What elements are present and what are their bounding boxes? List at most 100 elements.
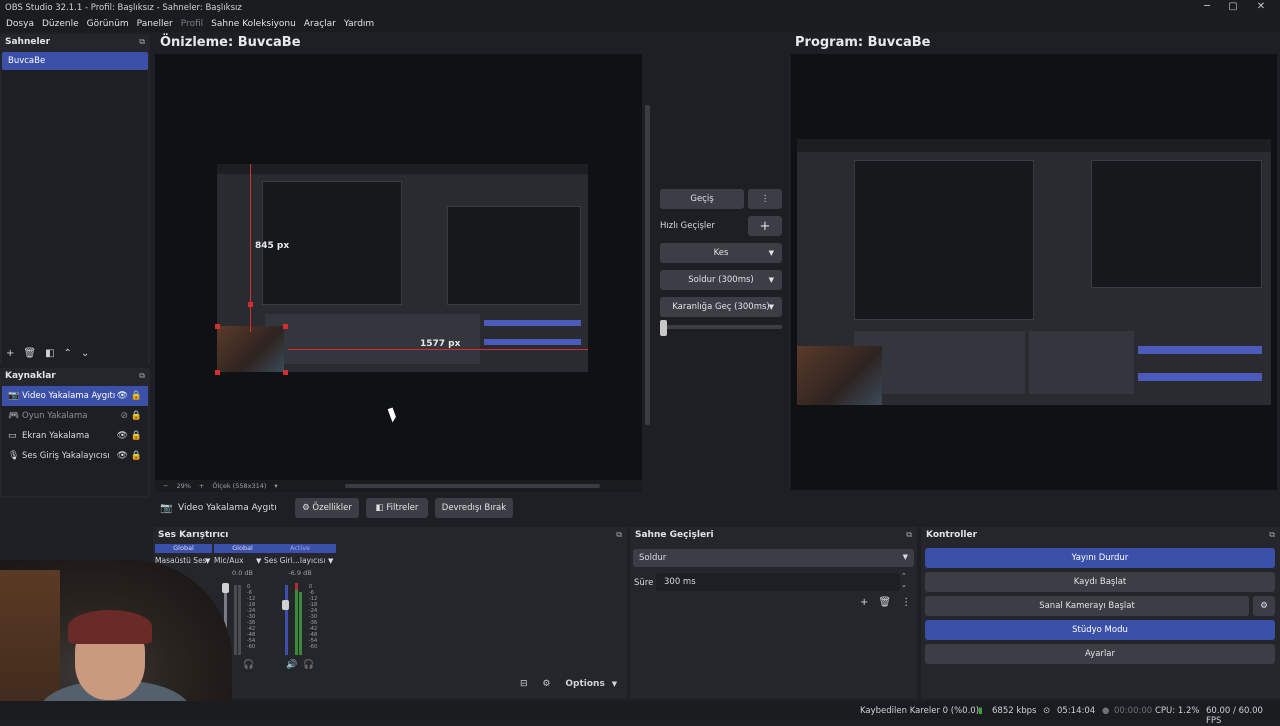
- menu-yardim[interactable]: Yardım: [344, 19, 374, 29]
- stop-stream-button[interactable]: Yayını Durdur: [925, 548, 1275, 568]
- menu-gorunum[interactable]: Görünüm: [87, 19, 129, 29]
- more-icon[interactable]: ⋮: [901, 597, 911, 608]
- properties-button[interactable]: ⚙ Özellikler: [295, 498, 359, 518]
- transition-button[interactable]: Geçiş: [660, 189, 744, 209]
- monitor-icon: ▭: [8, 431, 17, 441]
- virtual-camera-button[interactable]: Sanal Kamerayı Başlat: [925, 596, 1249, 616]
- zoom-out-icon[interactable]: −: [163, 482, 168, 490]
- chevron-up-icon[interactable]: ⌃: [901, 572, 907, 581]
- channel-name[interactable]: Mic/Aux: [214, 556, 271, 565]
- transition-select[interactable]: Soldur ▼: [633, 549, 914, 567]
- source-list: 📷 Video Yakalama Aygıtı 👁 🔒 🎮 Oyun Yakal…: [2, 386, 148, 496]
- scene-item[interactable]: BuvcaBe: [2, 52, 148, 70]
- source-item[interactable]: 📷 Video Yakalama Aygıtı 👁 🔒: [2, 386, 148, 406]
- quick-transition-fade-black[interactable]: Karanlığa Geç (300ms) ▼: [660, 297, 782, 317]
- resize-handle[interactable]: [248, 302, 253, 307]
- source-item[interactable]: ▭ Ekran Yakalama 👁 🔒: [2, 426, 148, 446]
- lock-icon[interactable]: 🔒: [131, 451, 142, 461]
- trash-icon[interactable]: 🗑: [23, 348, 36, 359]
- gear-icon[interactable]: ⚙: [1253, 596, 1275, 616]
- zoom-in-icon[interactable]: +: [199, 482, 204, 490]
- chevron-down-icon[interactable]: ▾: [274, 482, 277, 490]
- preview-hscrollbar[interactable]: [345, 484, 600, 488]
- float-icon[interactable]: ⧉: [1269, 530, 1275, 540]
- preview-scrollbar[interactable]: [645, 105, 650, 425]
- speaker-icon[interactable]: 🔊: [286, 660, 297, 670]
- resize-handle[interactable]: [215, 370, 220, 375]
- zoom-level: 29%: [176, 482, 191, 490]
- chevron-down-icon: ▼: [768, 249, 774, 257]
- volume-fader[interactable]: [285, 585, 288, 655]
- duration-spinner[interactable]: ⌃ ⌄: [901, 572, 907, 590]
- menu-sahne-koleksiyonu[interactable]: Sahne Koleksiyonu: [211, 19, 296, 29]
- add-icon[interactable]: +: [860, 597, 868, 608]
- duration-input[interactable]: 300 ms: [656, 573, 900, 591]
- chevron-down-icon[interactable]: ▼: [328, 557, 333, 565]
- lock-icon[interactable]: 🔒: [131, 411, 142, 421]
- source-label: Video Yakalama Aygıtı: [22, 391, 116, 401]
- chevron-down-icon[interactable]: ⌄: [901, 581, 907, 590]
- trash-icon[interactable]: 🗑: [878, 597, 891, 608]
- tbar-slider[interactable]: [660, 325, 782, 329]
- close-icon[interactable]: ✕: [1254, 1, 1268, 12]
- layout-icon[interactable]: ⊟: [520, 679, 528, 689]
- eye-icon[interactable]: 👁: [117, 431, 128, 441]
- properties-label: Özellikler: [312, 503, 352, 513]
- eye-icon[interactable]: 👁: [117, 391, 128, 401]
- headphones-icon[interactable]: 🎧: [303, 660, 314, 670]
- maximize-icon[interactable]: ▢: [1226, 1, 1240, 12]
- resize-handle[interactable]: [283, 324, 288, 329]
- studio-mode-button[interactable]: Stüdyo Modu: [925, 620, 1275, 640]
- add-icon[interactable]: +: [6, 348, 14, 359]
- scene-list: BuvcaBe: [2, 52, 148, 370]
- menu-paneller[interactable]: Paneller: [137, 19, 173, 29]
- eye-icon[interactable]: 👁: [117, 451, 128, 461]
- minimize-icon[interactable]: ─: [1200, 1, 1214, 12]
- quick-transition-cut[interactable]: Kes ▼: [660, 243, 782, 263]
- filters-button[interactable]: ◧ Filtreler: [366, 498, 428, 518]
- chevron-down-icon[interactable]: ▼: [612, 680, 617, 688]
- resize-handle[interactable]: [215, 324, 220, 329]
- options-button[interactable]: Options: [565, 679, 604, 689]
- lock-icon[interactable]: 🔒: [131, 391, 142, 401]
- headphones-icon[interactable]: 🎧: [243, 660, 254, 670]
- settings-button[interactable]: Ayarlar: [925, 644, 1275, 664]
- float-icon[interactable]: ⧉: [906, 530, 912, 540]
- source-item[interactable]: 🎙 Ses Giriş Yakalayıcısı 👁 🔒: [2, 446, 148, 466]
- float-icon[interactable]: ⧉: [616, 530, 622, 540]
- fader-knob[interactable]: [222, 583, 229, 593]
- menu-profil[interactable]: Profil: [181, 19, 203, 29]
- menu-dosya[interactable]: Dosya: [6, 19, 34, 29]
- more-icon[interactable]: ⋮: [748, 189, 782, 209]
- channel-name[interactable]: Masaüstü Ses: [155, 556, 212, 565]
- transition-toolbar: + 🗑 ⋮: [860, 597, 911, 608]
- disable-button[interactable]: Devredışı Bırak: [435, 498, 513, 518]
- option-label: Kes: [713, 248, 729, 258]
- preview-canvas[interactable]: 845 px 1577 px: [155, 54, 642, 480]
- tbar-handle[interactable]: [660, 320, 667, 336]
- add-icon[interactable]: +: [748, 216, 782, 236]
- quick-transition-fade[interactable]: Soldur (300ms) ▼: [660, 270, 782, 290]
- menu-duzenle[interactable]: Düzenle: [42, 19, 79, 29]
- eye-hidden-icon[interactable]: ⊘: [120, 411, 128, 421]
- level-peak: [295, 583, 298, 590]
- cpu-usage: CPU: 1.2%: [1155, 706, 1200, 716]
- mixer-title: Ses Karıştırıcı: [158, 530, 229, 540]
- channel-name[interactable]: Ses Giri...layıcısı: [264, 556, 336, 565]
- float-icon[interactable]: ⧉: [139, 371, 145, 381]
- chevron-down-icon[interactable]: ▼: [256, 557, 261, 565]
- resize-handle[interactable]: [283, 370, 288, 375]
- source-item[interactable]: 🎮 Oyun Yakalama ⊘ 🔒: [2, 406, 148, 426]
- float-icon[interactable]: ⧉: [139, 37, 145, 47]
- fader-knob[interactable]: [282, 600, 289, 610]
- context-source-name: Video Yakalama Aygıtı: [178, 503, 277, 513]
- start-record-button[interactable]: Kaydı Başlat: [925, 572, 1275, 592]
- mixer-settings-icon[interactable]: ⚙: [542, 679, 550, 689]
- chevron-down-icon[interactable]: ⌄: [81, 348, 89, 359]
- chevron-up-icon[interactable]: ⌃: [64, 348, 72, 359]
- menu-araclar[interactable]: Araçlar: [304, 19, 336, 29]
- level-meter: [234, 585, 237, 655]
- lock-icon[interactable]: 🔒: [131, 431, 142, 441]
- chevron-down-icon[interactable]: ▼: [205, 557, 210, 565]
- filter-icon[interactable]: ◧: [45, 348, 54, 359]
